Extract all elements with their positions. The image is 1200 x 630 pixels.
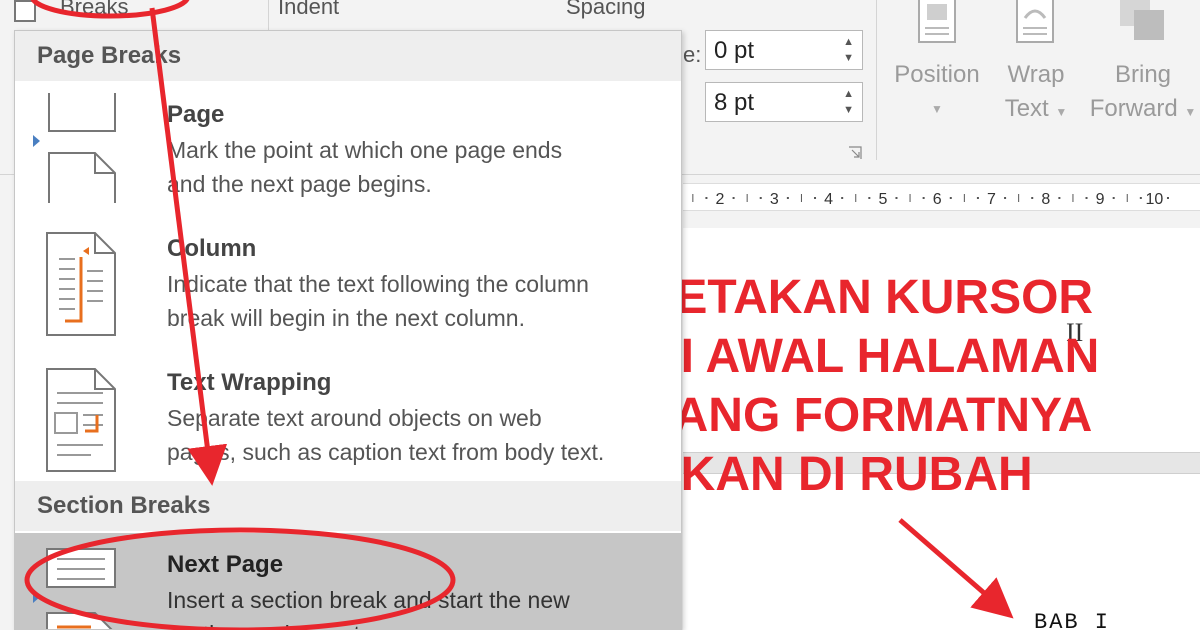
annotation-overlay [24, 0, 1014, 630]
red-arrow-icon [898, 518, 1014, 619]
red-arrow-icon [149, 7, 228, 486]
breaks-highlight-circle [30, 0, 190, 19]
next-page-highlight-circle [24, 527, 456, 630]
